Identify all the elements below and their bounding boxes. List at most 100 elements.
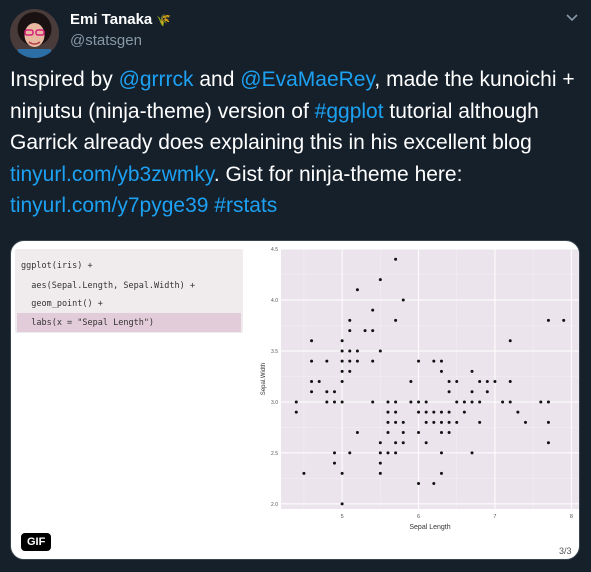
link-gist[interactable]: tinyurl.com/y7pyge39 [10,194,208,217]
data-point [447,380,451,384]
data-point [340,502,344,506]
data-point [439,410,443,414]
gif-badge: GIF [21,533,52,551]
avatar-image [10,9,59,58]
data-point [394,257,398,261]
data-point [516,410,520,414]
data-point [332,461,336,465]
data-point [340,349,344,353]
author-handle[interactable]: @statsgen [70,32,142,49]
data-point [394,451,398,455]
data-point [447,431,451,435]
data-point [355,431,359,435]
data-point [417,482,421,486]
data-point [340,380,344,384]
code-line-4: labs(x = "Sepal Length") [21,318,155,328]
data-point [508,339,512,343]
data-point [355,359,359,363]
data-point [310,390,314,394]
data-point [470,400,474,404]
data-point [546,441,550,445]
data-point [424,400,428,404]
data-point [485,390,489,394]
data-point [371,359,375,363]
data-point [501,400,505,404]
y-tick-label: 3.5 [271,349,278,355]
data-point [478,380,482,384]
data-point [409,400,413,404]
code-line-1: ggplot(iris) + [21,261,93,271]
data-point [417,410,421,414]
data-point [371,308,375,312]
y-tick-label: 4.5 [271,247,278,253]
tweet-text: Inspired by @grrrck and @EvaMaeRey, made… [10,64,575,222]
data-point [394,400,398,404]
data-point [310,380,314,384]
y-tick-label: 2.5 [271,451,278,457]
tweet-text-part: Inspired by [10,68,119,91]
chevron-down-icon[interactable] [565,12,579,22]
data-point [455,380,459,384]
data-point [417,400,421,404]
data-point [394,410,398,414]
hashtag-ggplot[interactable]: #ggplot [315,100,384,123]
data-point [485,380,489,384]
x-tick-label: 7 [493,514,496,520]
page-counter: 3/3 [559,546,572,556]
data-point [378,349,382,353]
y-tick-label: 4.0 [271,298,278,304]
code-line-2: aes(Sepal.Length, Sepal.Width) + [21,281,195,291]
data-point [439,369,443,373]
data-point [447,420,451,424]
data-point [363,329,367,333]
data-point [508,400,512,404]
data-point [348,318,352,322]
data-point [508,380,512,384]
author-name[interactable]: Emi Tanaka 🌾 [70,11,171,28]
data-point [447,390,451,394]
hashtag-rstats[interactable]: #rstats [214,194,277,217]
data-point [317,380,321,384]
media-gif[interactable]: ggplot(iris) + aes(Sepal.Length, Sepal.W… [10,240,580,560]
data-point [439,431,443,435]
data-point [348,329,352,333]
data-point [562,318,566,322]
data-point [386,451,390,455]
data-point [294,400,298,404]
author-name-text[interactable]: Emi Tanaka [70,11,152,28]
x-axis-ticks: 5 6 7 8 [341,514,573,520]
data-point [455,400,459,404]
y-tick-label: 3.0 [271,400,278,406]
mention-evamaerey[interactable]: @EvaMaeRey [240,68,374,91]
data-point [371,329,375,333]
data-point [439,359,443,363]
data-point [371,400,375,404]
data-point [447,410,451,414]
data-point [539,400,543,404]
data-point [470,369,474,373]
data-point [546,420,550,424]
data-point [378,451,382,455]
data-point [310,339,314,343]
data-point [478,400,482,404]
data-point [325,400,329,404]
avatar[interactable] [10,9,59,58]
y-axis-ticks: 2.0 2.5 3.0 3.5 4.0 4.5 [271,247,278,508]
data-point [332,451,336,455]
data-point [302,471,306,475]
data-point [386,431,390,435]
data-point [478,420,482,424]
data-point [386,400,390,404]
link-blog[interactable]: tinyurl.com/yb3zwmky [10,163,214,186]
data-point [546,318,550,322]
y-tick-label: 2.0 [271,502,278,508]
plot-panel [281,249,579,509]
data-point [439,471,443,475]
data-point [524,420,528,424]
x-tick-label: 6 [417,514,420,520]
wheat-emoji-icon: 🌾 [156,13,172,27]
mention-grrrck[interactable]: @grrrck [119,68,194,91]
data-point [432,359,436,363]
code-line-3: geom_point() + [21,299,103,309]
data-point [455,420,459,424]
